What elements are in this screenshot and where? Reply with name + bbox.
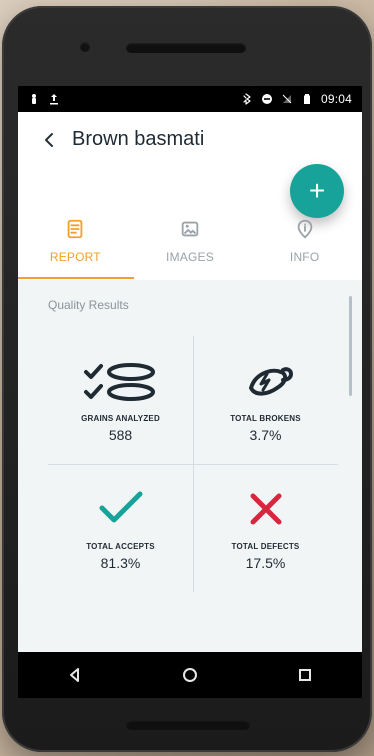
upload-icon [48,93,60,105]
metric-total-accepts: TOTAL ACCEPTS 81.3% [48,464,193,592]
tab-report[interactable]: REPORT [18,208,134,280]
app-header: Brown basmati + REPORT IMAGES INFO [18,112,362,280]
metric-label: TOTAL BROKENS [230,414,301,423]
metrics-grid: GRAINS ANALYZED 588 TOTAL BROKENS 3.7% T… [48,336,338,592]
tab-info-label: INFO [289,250,320,264]
home-nav-button[interactable] [173,658,207,692]
report-content: Quality Results GRAINS ANALYZED 588 TOTA… [18,280,362,698]
scrollbar[interactable] [349,296,352,396]
phone-device: 09:04 Brown basmati + REPORT IMAGES INFO… [2,6,372,752]
metric-value: 17.5% [245,555,286,571]
metric-label: TOTAL DEFECTS [231,542,300,551]
battery-icon [301,93,313,105]
section-title: Quality Results [48,298,129,312]
tab-images-label: IMAGES [166,250,214,264]
phone-screen: 09:04 Brown basmati + REPORT IMAGES INFO… [18,86,362,698]
back-nav-icon [70,668,80,682]
recents-nav-button[interactable] [288,658,322,692]
tab-info[interactable]: INFO [247,208,362,280]
tab-report-label: REPORT [49,250,101,264]
defect-x-icon [221,482,311,532]
bottom-speaker [126,720,250,730]
android-navbar [18,652,362,698]
chevron-left-icon [45,133,53,147]
tab-bar: REPORT IMAGES INFO [18,208,362,280]
back-button[interactable] [38,128,62,152]
accept-check-icon [76,482,166,532]
earpiece-speaker [126,43,246,53]
back-nav-button[interactable] [58,658,92,692]
plus-icon: + [308,175,326,206]
status-time: 09:04 [320,92,352,106]
front-camera [80,42,90,52]
metric-grains-analyzed: GRAINS ANALYZED 588 [48,336,193,464]
metric-value: 81.3% [100,555,141,571]
status-bar: 09:04 [18,86,362,112]
report-icon [67,219,83,239]
grains-analyzed-icon [76,354,166,404]
metric-label: GRAINS ANALYZED [81,414,160,423]
recents-nav-icon [298,669,311,681]
metric-value: 588 [108,427,133,443]
page-title: Brown basmati [72,128,205,150]
person-icon [28,93,40,105]
total-brokens-icon [221,354,311,404]
home-nav-icon [182,668,197,682]
status-left [28,93,60,105]
do-not-disturb-icon [261,93,273,105]
tab-images[interactable]: IMAGES [133,208,248,280]
metric-total-brokens: TOTAL BROKENS 3.7% [193,336,338,464]
metric-value: 3.7% [249,427,282,443]
image-icon [181,221,199,237]
metric-label: TOTAL ACCEPTS [86,542,155,551]
bluetooth-icon [241,93,253,105]
metric-total-defects: TOTAL DEFECTS 17.5% [193,464,338,592]
status-right: 09:04 [241,92,352,106]
signal-off-icon [281,93,293,105]
info-icon [297,219,312,239]
